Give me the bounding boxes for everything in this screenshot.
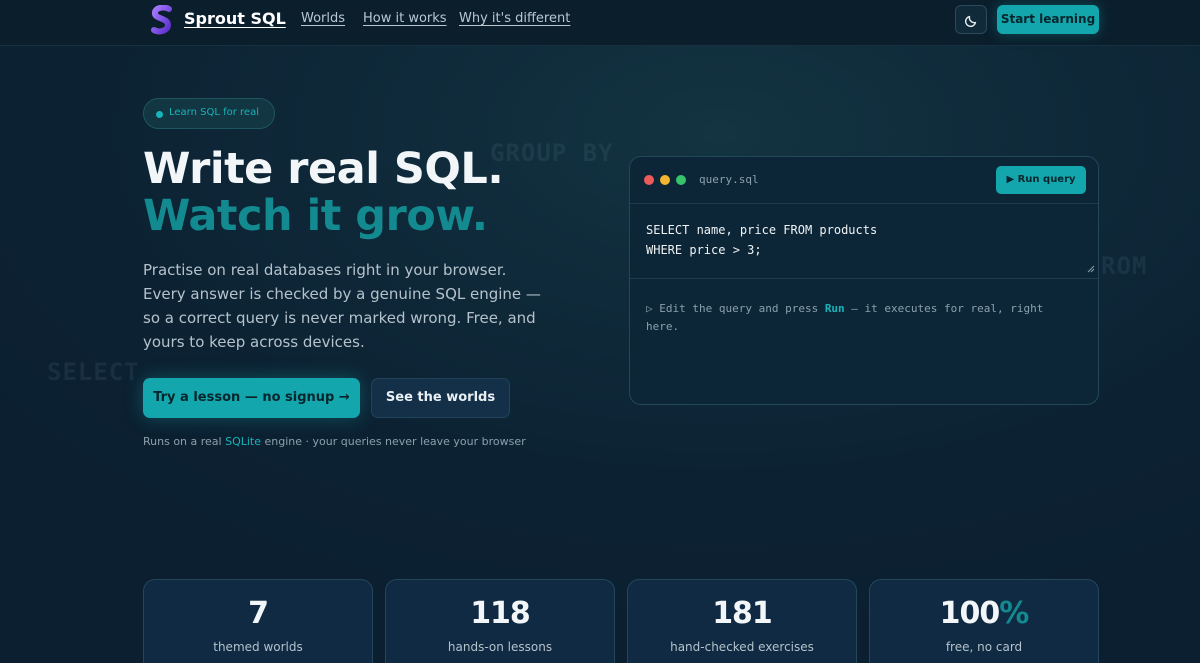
resize-handle-icon[interactable] — [1087, 265, 1095, 273]
hero-badge: Learn SQL for real — [143, 98, 275, 129]
stat-number: 100 — [939, 596, 1001, 631]
nav-link-how-it-works[interactable]: How it works — [363, 11, 447, 26]
try-lesson-button[interactable]: Try a lesson — no signup → — [143, 378, 360, 418]
stat-number: 181 — [712, 596, 773, 631]
start-learning-button[interactable]: Start learning — [997, 5, 1099, 34]
window-dot-yellow — [660, 175, 670, 185]
background-keyword: ROM — [1101, 252, 1148, 280]
code-line: SELECT name, price FROM products — [646, 223, 878, 237]
moon-icon — [964, 15, 977, 28]
nav-link-worlds[interactable]: Worlds — [301, 11, 345, 26]
stat-number: 118 — [470, 596, 531, 631]
nav-link-why-different[interactable]: Why it's different — [459, 11, 570, 26]
stat-label: themed worlds — [213, 640, 303, 654]
stat-card-lessons: 118 hands-on lessons — [385, 579, 615, 663]
see-worlds-button[interactable]: See the worlds — [371, 378, 510, 418]
stat-card-worlds: 7 themed worlds — [143, 579, 373, 663]
sqlite-highlight: SQLite — [225, 435, 262, 448]
theme-toggle-button[interactable] — [955, 5, 987, 34]
background-keyword: GROUP BY — [490, 139, 614, 167]
brand-name[interactable]: Sprout SQL — [184, 9, 286, 28]
stat-label: free, no card — [945, 640, 1023, 654]
editor-header: query.sql ▶ Run query — [630, 157, 1098, 204]
code-line: WHERE price > 3; — [646, 243, 762, 257]
window-dot-green — [676, 175, 686, 185]
editor-filename: query.sql — [699, 173, 759, 186]
note-suffix: engine · your queries never leave your b… — [261, 435, 526, 448]
hero-description: Practise on real databases right in your… — [143, 261, 541, 351]
sprout-logo-icon[interactable] — [150, 5, 174, 35]
stat-card-exercises: 181 hand-checked exercises — [627, 579, 857, 663]
output-run-word: Run — [824, 302, 845, 315]
stat-number-wrap: 100% — [870, 596, 1098, 631]
stat-label: hands-on lessons — [447, 640, 553, 654]
stat-percent: % — [999, 596, 1029, 631]
stat-number: 7 — [248, 596, 269, 631]
output-prefix: ▷ Edit the query and press — [646, 302, 825, 315]
query-output: ▷ Edit the query and press Run — it exec… — [646, 300, 1076, 336]
note-prefix: Runs on a real — [143, 435, 226, 448]
stat-label: hand-checked exercises — [670, 640, 814, 654]
badge-dot — [156, 111, 163, 118]
hero-title-line2: Watch it grow. — [143, 191, 488, 241]
window-dot-red — [644, 175, 654, 185]
badge-label: Learn SQL for real — [169, 107, 259, 118]
run-query-button[interactable]: ▶ Run query — [996, 166, 1086, 194]
hero-title-line1: Write real SQL. — [143, 144, 504, 194]
top-nav: Sprout SQL Worlds How it works Why it's … — [0, 0, 1200, 46]
background-keyword: SELECT — [47, 358, 140, 386]
sql-editor-card: query.sql ▶ Run query SELECT name, price… — [629, 156, 1099, 405]
stat-card-free: 100% free, no card — [869, 579, 1099, 663]
engine-note: Runs on a real SQLite engine · your quer… — [143, 435, 526, 448]
sql-code-input[interactable]: SELECT name, price FROM products WHERE p… — [630, 204, 1098, 279]
